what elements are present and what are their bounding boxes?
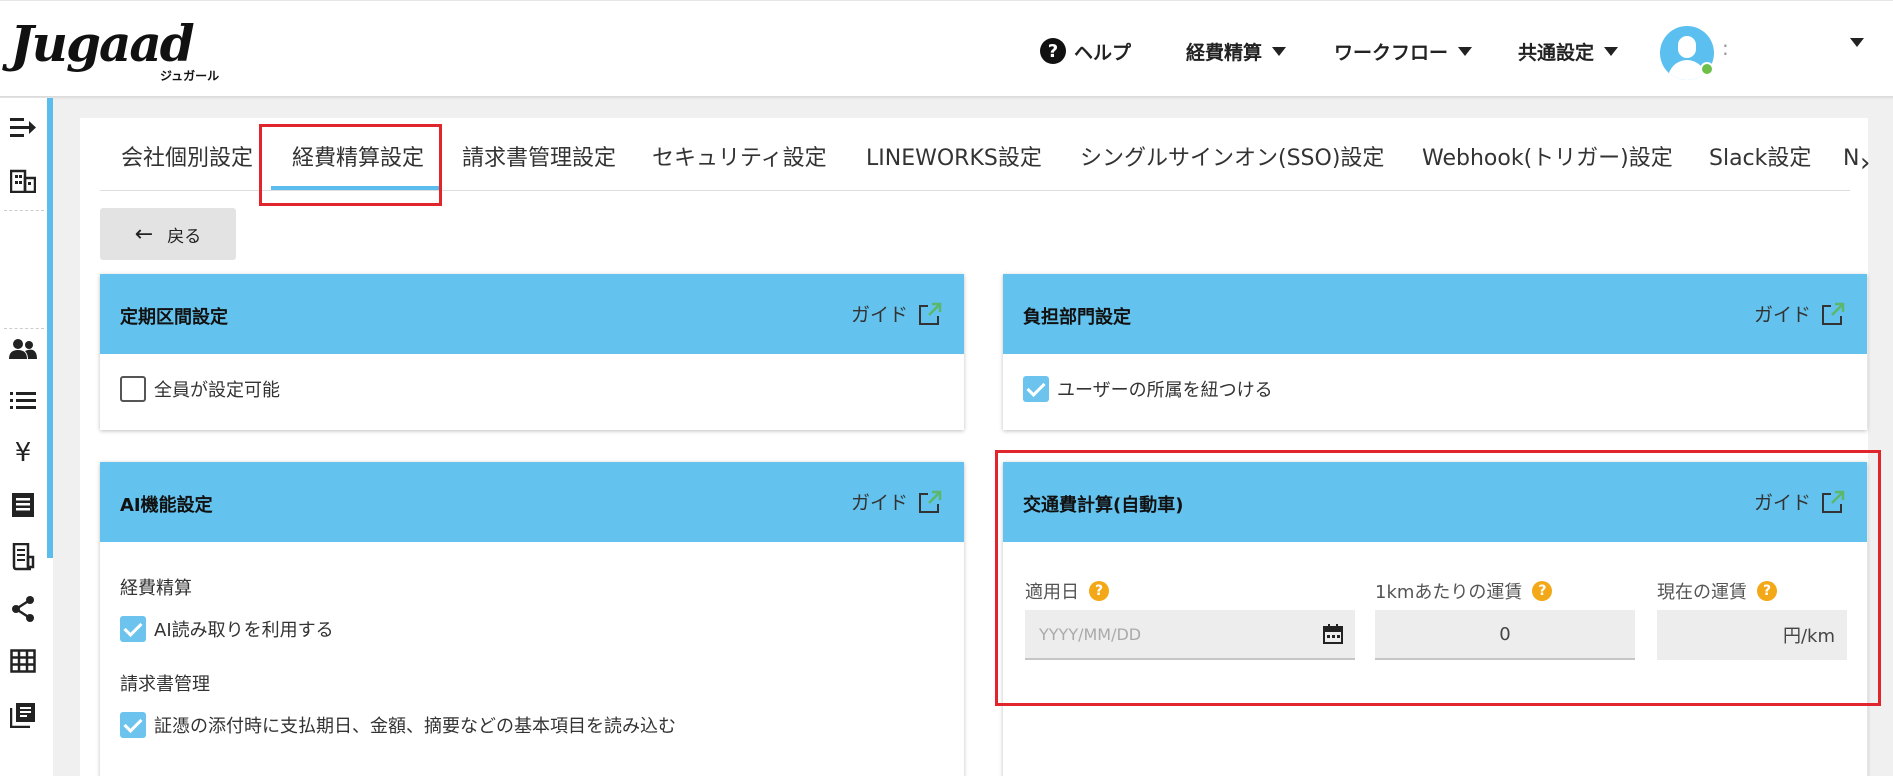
online-status-icon <box>1700 62 1714 76</box>
ai-option-expense[interactable]: AI読み取りを利用する <box>120 616 334 642</box>
common-settings-label: 共通設定 <box>1518 41 1595 64</box>
back-button[interactable]: ← 戻る <box>100 208 236 260</box>
share-icon[interactable] <box>6 592 40 626</box>
expense-menu[interactable]: 経費精算 <box>1186 31 1287 71</box>
list-icon[interactable] <box>6 384 40 418</box>
tab-company[interactable]: 会社個別設定 <box>121 138 253 188</box>
commute-option[interactable]: 全員が設定可能 <box>120 376 280 402</box>
ai-section-invoice: 請求書管理 <box>120 674 210 695</box>
logo[interactable]: Jugaad ジュガール <box>10 15 220 85</box>
tab-lineworks[interactable]: LINEWORKS設定 <box>866 138 1042 188</box>
tab-highlight-box <box>259 124 442 206</box>
receipt-icon[interactable] <box>6 488 40 522</box>
logo-subtitle: ジュガール <box>160 69 220 83</box>
ai-option-invoice[interactable]: 証憑の添付時に支払期日、金額、摘要などの基本項目を読み込む <box>120 712 676 738</box>
tab-more[interactable]: N <box>1843 138 1859 188</box>
caret-down-icon <box>1272 46 1287 56</box>
company-icon[interactable] <box>6 164 40 198</box>
user-name: : <box>1722 36 1729 60</box>
ai-guide-link[interactable]: ガイド <box>851 488 942 515</box>
commute-option-label: 全員が設定可能 <box>154 380 280 401</box>
guide-label: ガイド <box>850 304 908 326</box>
help-menu[interactable]: ? ヘルプ <box>1040 31 1131 71</box>
external-link-icon <box>919 302 942 325</box>
back-label: 戻る <box>167 226 202 247</box>
workflow-menu-label: ワークフロー <box>1334 41 1449 64</box>
tab-invoice[interactable]: 請求書管理設定 <box>462 138 616 188</box>
users-icon[interactable] <box>6 332 40 366</box>
dept-guide-link[interactable]: ガイド <box>1754 300 1845 327</box>
caret-down-icon <box>1458 46 1473 56</box>
dept-option[interactable]: ユーザーの所属を紐つける <box>1023 376 1273 402</box>
car-card-highlight-box <box>995 450 1881 706</box>
commute-guide-link[interactable]: ガイド <box>851 300 942 327</box>
yen-icon[interactable]: ¥ <box>6 436 40 470</box>
external-link-icon <box>1822 302 1845 325</box>
sidebar-toggle-icon[interactable] <box>6 110 40 144</box>
expense-menu-label: 経費精算 <box>1186 41 1263 64</box>
document-list-icon[interactable] <box>6 698 40 732</box>
commute-checkbox[interactable] <box>120 376 146 402</box>
caret-down-icon <box>1604 46 1619 56</box>
commute-card: 定期区間設定 ガイド 全員が設定可能 <box>100 274 964 430</box>
workflow-menu[interactable]: ワークフロー <box>1334 31 1473 71</box>
ai-option-invoice-label: 証憑の添付時に支払期日、金額、摘要などの基本項目を読み込む <box>154 716 676 737</box>
guide-label: ガイド <box>1753 304 1811 326</box>
tab-webhook[interactable]: Webhook(トリガー)設定 <box>1422 138 1673 188</box>
tab-slack[interactable]: Slack設定 <box>1709 138 1811 188</box>
table-icon[interactable] <box>6 644 40 678</box>
ai-card: AI機能設定 ガイド 経費精算 AI読み取りを利用する 請求書管理 証憑の添付時… <box>100 462 964 776</box>
user-menu-caret-icon[interactable] <box>1850 38 1864 47</box>
chevron-right-icon[interactable]: › <box>1860 148 1870 178</box>
dept-checkbox[interactable] <box>1023 376 1049 402</box>
dept-option-label: ユーザーの所属を紐つける <box>1057 380 1273 401</box>
logo-word: Jugaad <box>10 14 195 73</box>
arrow-left-icon: ← <box>134 221 154 247</box>
invoice-icon[interactable] <box>6 540 40 574</box>
guide-label: ガイド <box>850 492 908 514</box>
ai-card-title: AI機能設定 <box>120 495 213 516</box>
ai-section-expense: 経費精算 <box>120 578 192 599</box>
dept-card: 負担部門設定 ガイド ユーザーの所属を紐つける <box>1003 274 1867 430</box>
common-settings-menu[interactable]: 共通設定 <box>1518 31 1619 71</box>
help-icon: ? <box>1040 38 1066 64</box>
ai-invoice-checkbox[interactable] <box>120 712 146 738</box>
ai-expense-checkbox[interactable] <box>120 616 146 642</box>
external-link-icon <box>919 490 942 513</box>
tab-sso[interactable]: シングルサインオン(SSO)設定 <box>1080 138 1384 188</box>
ai-option-expense-label: AI読み取りを利用する <box>154 620 334 641</box>
dept-card-title: 負担部門設定 <box>1023 307 1131 328</box>
app-header: Jugaad ジュガール ? ヘルプ 経費精算 ワークフロー 共通設定 <box>0 0 1893 98</box>
commute-card-title: 定期区間設定 <box>120 307 228 328</box>
tab-security[interactable]: セキュリティ設定 <box>652 138 827 188</box>
help-label: ヘルプ <box>1074 41 1132 64</box>
